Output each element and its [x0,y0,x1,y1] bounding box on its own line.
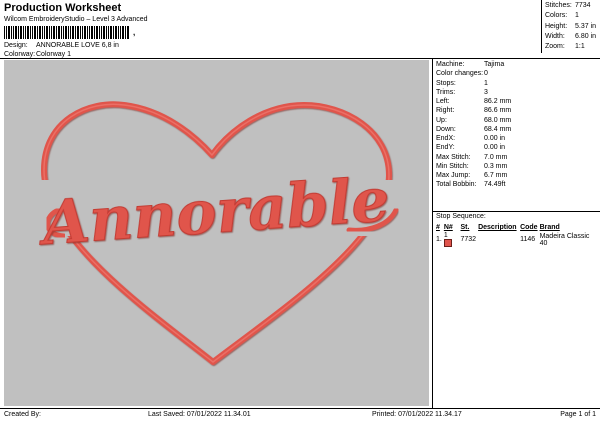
stats-divider [432,211,600,212]
summary-stitches: Stitches: 7734 [545,2,591,9]
stat-max-jump: Max Jump: 6.7 mm [436,172,508,179]
stat-total-bobbin: Total Bobbin: 74.49ft [436,181,506,189]
cell-brand: Madeira Classic 40 [539,232,590,247]
design-label: Design: [4,42,28,49]
footer-page: Page 1 of 1 [560,411,596,418]
design-value: ANNORABLE LOVE 6,8 in [36,42,119,49]
cell-code: 1146 [520,236,536,243]
cell-description [478,232,520,247]
footer-divider [0,408,600,409]
table-row: 1. 1 7732 1146 Madeira Classic 40 [436,232,600,247]
table-header-row: # N# St. Description Code Brand [436,223,600,232]
col-num: # [436,224,440,231]
stat-max-stitch: Max Stitch: 7.0 mm [436,153,508,161]
footer-last-saved: Last Saved: 07/01/2022 11.34.01 [148,411,251,418]
stat-machine: Machine: Tajima [436,61,505,68]
header-divider [0,58,600,59]
design-preview: Annorable [4,60,429,406]
stat-color-changes: Color changes:0 [436,70,488,78]
stat-min-stitch: Min Stitch: 0.3 mm [436,162,508,170]
col-code: Code [520,224,538,231]
summary-divider [541,0,542,53]
design-text: Annorable [36,165,392,259]
summary-box: Stitches: 7734 Colors: 1 Height: 5.37 in Wi… [545,2,598,53]
stop-sequence-table: # N# St. Description Code Brand 1. 1 773… [436,223,600,247]
page-title: Production Worksheet [4,2,122,14]
stat-stops: Stops: 1 [436,79,488,87]
stat-right: Right: 86.6 mm [436,107,512,115]
panel-divider [432,58,433,408]
summary-zoom: Zoom: 1:1 [545,43,585,51]
footer-printed: Printed: 07/01/2022 11.34.17 [372,411,462,418]
summary-height: Height: 5.37 in [545,22,597,30]
stat-down: Down: 68.4 mm [436,125,512,133]
cell-st: 7732 [460,236,477,243]
barcode [4,26,129,39]
thread-color-swatch [443,239,452,247]
col-st: St. [460,224,470,231]
stat-left: Left: 86.2 mm [436,98,512,105]
embroidery-design: Annorable [35,101,402,365]
software-name: Wilcom EmbroideryStudio – Level 3 Advanc… [4,16,148,23]
stat-trims: Trims: 3 [436,88,488,96]
machine-stats: Machine: Tajima Color changes:0 Stops: 1 T… [436,60,596,190]
stat-endx: EndX: 0.00 in [436,135,506,142]
col-n: N# [443,224,453,231]
col-description: Description [478,224,517,231]
design-row: Design: ANNORABLE LOVE 6,8 in [4,42,119,49]
barcode-suffix: , [133,28,136,37]
summary-width: Width: 6.80 in [545,32,597,40]
summary-colors: Colors: 1 [545,12,579,20]
colorway-row: Colorway:Colorway 1 [4,51,71,58]
colorway-value: Colorway 1 [36,51,72,58]
stat-endy: EndY: 0.00 in [436,144,506,152]
colorway-label: Colorway: [4,51,36,58]
stat-up: Up: 68.0 mm [436,116,512,124]
footer-created-by: Created By: [4,411,41,418]
col-brand: Brand [539,224,560,231]
stop-sequence-title: Stop Sequence: [436,213,486,220]
cell-num: 1. [436,236,442,243]
cell-n: 1 [443,232,461,247]
